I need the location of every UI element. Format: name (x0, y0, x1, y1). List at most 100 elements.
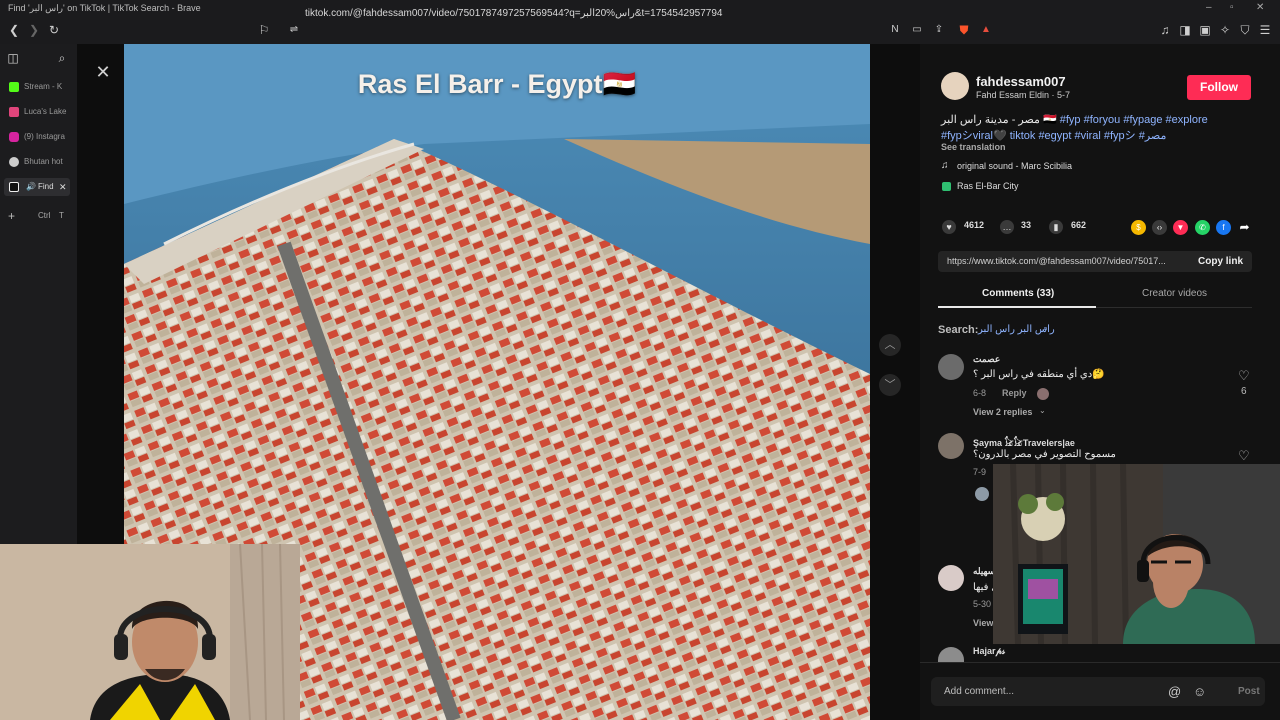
music-note-icon: ♫ (941, 160, 949, 171)
previous-video-icon[interactable]: ︿ (879, 334, 901, 356)
share-link-url: https://www.tiktok.com/@fahdessam007/vid… (947, 256, 1166, 266)
tab-label: Find (38, 182, 54, 191)
comment-like-icon[interactable]: ♡ (1238, 448, 1250, 464)
comment-date: 7-9 (973, 467, 987, 477)
creator-avatar[interactable] (941, 72, 969, 100)
media-icon[interactable]: ♫ (1157, 22, 1173, 38)
menu-icon[interactable]: ☰ (1257, 22, 1273, 38)
commenter-avatar[interactable] (938, 565, 964, 591)
comment-date: 5-30 (973, 599, 992, 609)
close-tab-icon[interactable]: ✕ (59, 178, 67, 196)
kick-icon (9, 82, 19, 92)
tab-sidebar-icon[interactable]: ◫ (5, 50, 21, 66)
view-replies-link[interactable]: View 2 replies (973, 407, 1032, 417)
comment-count: 33 (1021, 220, 1032, 230)
webcam-overlay-right (993, 464, 1280, 644)
send-to-friends-icon[interactable]: ▼ (1173, 220, 1188, 235)
facebook-icon[interactable]: f (1216, 220, 1231, 235)
location-pin-icon (942, 182, 951, 191)
page-icon (9, 107, 19, 117)
bookmark-icon[interactable]: ⚐ (256, 22, 272, 38)
creator-liked-avatar (1037, 388, 1049, 400)
close-window-icon[interactable]: ✕ (1256, 2, 1264, 13)
coin-share-icon[interactable]: $ (1131, 220, 1146, 235)
reload-icon[interactable]: ↻ (46, 22, 62, 38)
like-count: 4612 (964, 220, 985, 230)
tab-label: Bhutan hot (24, 157, 63, 166)
tab-comments[interactable]: Comments (33) (982, 288, 1054, 299)
creator-username[interactable]: fahdessam007 (976, 74, 1066, 89)
comment-like-count: 6 (1241, 386, 1247, 397)
comment-icon[interactable]: … (1000, 220, 1014, 234)
search-label: Search: (938, 324, 979, 336)
tab-instagram[interactable]: (9) Instagra (4, 128, 70, 146)
tab-kick-stream[interactable]: Stream - K (4, 78, 70, 96)
comment-text: دي أي منطقه في راس البر ؟🤔 (973, 369, 1105, 380)
google-icon (9, 157, 19, 167)
location-name[interactable]: Ras El-Bar City (957, 181, 1019, 191)
cast-icon[interactable]: ▭ (909, 22, 925, 38)
copy-link-button[interactable]: Copy link (1198, 256, 1243, 267)
site-info-icon[interactable]: ⇌ (286, 22, 302, 38)
mention-icon[interactable]: @ (1168, 684, 1181, 699)
brave-shields-icon[interactable]: ⛊ (956, 22, 972, 38)
caption-line-2[interactable]: #fypシviral🖤 tiktok #egypt #viral #fypシ #… (941, 127, 1166, 143)
caption-hashtags[interactable]: #fyp #foryou #fypage #explore (1060, 114, 1208, 126)
tab-label: (9) Instagra (24, 132, 65, 141)
follow-button[interactable]: Follow (1187, 75, 1251, 100)
emoji-icon[interactable]: ☺ (1193, 684, 1206, 699)
replier-avatar (975, 487, 989, 501)
comment-like-icon[interactable]: ♡ (1238, 368, 1250, 384)
share-page-icon[interactable]: ⇪ (931, 22, 947, 38)
see-translation-link[interactable]: See translation (941, 142, 1006, 152)
wallet-icon[interactable]: ▣ (1197, 22, 1213, 38)
reply-button[interactable]: Reply (1002, 388, 1027, 398)
tab-search-icon[interactable]: ⌕ (54, 50, 70, 66)
comment-username[interactable]: Hajar𝓅𝓈 (973, 646, 1005, 657)
tab-bhutan[interactable]: Bhutan hot (4, 153, 70, 171)
comment-username[interactable]: Şayma 𓃠𓃠Travelers|ae (973, 434, 1075, 449)
maximize-icon[interactable]: ▫ (1230, 2, 1234, 13)
next-video-icon[interactable]: ﹀ (879, 374, 901, 396)
minimize-icon[interactable]: – (1206, 2, 1212, 13)
save-count: 662 (1071, 220, 1087, 230)
comment-username[interactable]: سهيله (973, 566, 995, 577)
window-title: Find 'راس البر' on TikTok | TikTok Searc… (8, 3, 201, 13)
like-icon[interactable]: ♥ (942, 220, 956, 234)
browser-toolbar: ❮ ❯ ↻ ⚐ ⇌ N ▭ ⇪ ⛊ ▲ ♫ ◨ ▣ ✧ ⛉ ☰ (0, 16, 1280, 44)
shortcut-key: T (59, 211, 64, 220)
active-tab-indicator (938, 306, 1096, 308)
audio-icon[interactable]: 🔊 (26, 178, 36, 196)
forward-icon[interactable]: ❯ (26, 22, 42, 38)
search-icon[interactable]: ⌕ (1043, 323, 1048, 334)
post-comment-button[interactable]: Post (1238, 686, 1260, 697)
tab-creator-videos[interactable]: Creator videos (1142, 288, 1207, 299)
url-text[interactable]: tiktok.com/@fahdessam007/video/750178749… (305, 8, 722, 19)
whatsapp-icon[interactable]: ✆ (1195, 220, 1210, 235)
comment-username[interactable]: عصمت (973, 354, 1000, 365)
tab-label: Stream - K (24, 82, 63, 91)
new-tab-icon[interactable]: + (8, 209, 15, 223)
commenter-avatar[interactable] (938, 354, 964, 380)
chevron-down-icon: ⌄ (1039, 406, 1046, 415)
commenter-avatar[interactable] (938, 433, 964, 459)
reader-icon[interactable]: N (887, 22, 903, 38)
bookmark-save-icon[interactable]: ▮ (1049, 220, 1063, 234)
sidebar-toggle-icon[interactable]: ◨ (1177, 22, 1193, 38)
comment-text: مسموح التصوير في مصر بالدرون؟ (973, 449, 1116, 460)
tab-tiktok-find[interactable]: 🔊 Find ✕ (4, 178, 70, 196)
vpn-icon[interactable]: ⛉ (1237, 22, 1253, 38)
back-icon[interactable]: ❮ (6, 22, 22, 38)
brave-rewards-icon[interactable]: ▲ (978, 22, 994, 38)
view-replies-link[interactable]: View (973, 618, 993, 628)
close-video-icon[interactable]: ✕ (93, 62, 113, 82)
leo-ai-icon[interactable]: ✧ (1217, 22, 1233, 38)
reactor-webcam-image (993, 464, 1280, 644)
tab-lucas-lake[interactable]: Luca's Lake (4, 103, 70, 121)
embed-icon[interactable]: ‹› (1152, 220, 1167, 235)
comment-input-placeholder[interactable]: Add comment... (944, 686, 1014, 697)
tiktok-icon (9, 182, 19, 192)
sound-name[interactable]: original sound - Marc Scibilia (957, 161, 1072, 171)
share-arrow-icon[interactable]: ➦ (1237, 220, 1252, 235)
streamer-webcam-image (0, 544, 300, 720)
